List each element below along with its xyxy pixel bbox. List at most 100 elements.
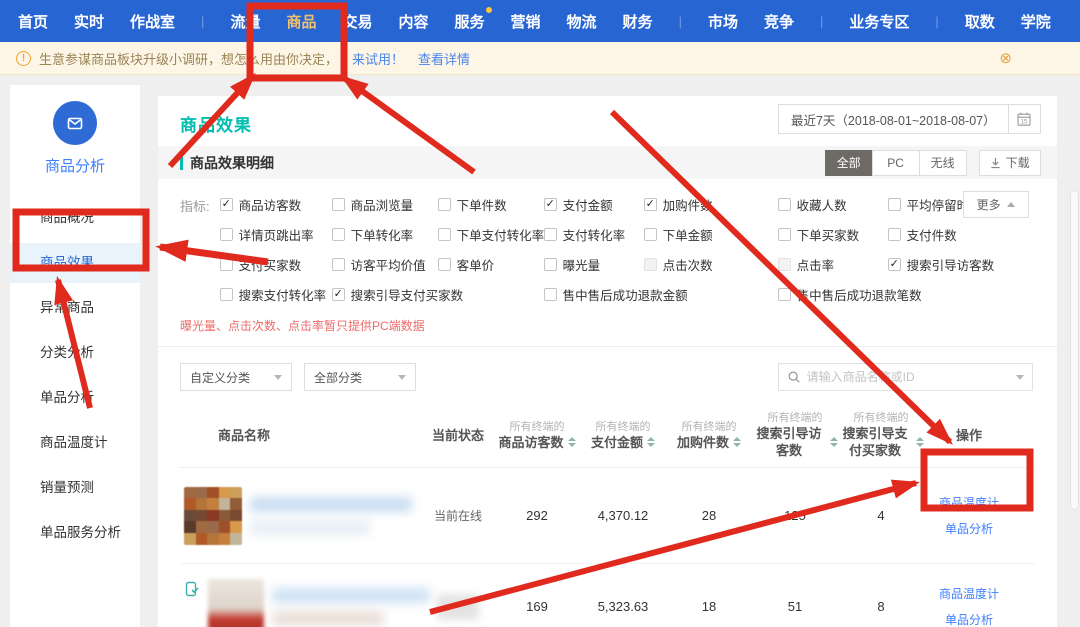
metric-下单转化率[interactable]: 下单转化率 <box>332 225 438 244</box>
sidebar-item-分类分析[interactable]: 分类分析 <box>10 333 140 373</box>
download-button[interactable]: 下载 <box>979 150 1041 176</box>
sidebar-item-商品温度计[interactable]: 商品温度计 <box>10 423 140 463</box>
product-search-box[interactable] <box>778 363 1033 391</box>
sort-icon[interactable] <box>916 437 924 447</box>
metric-下单金额[interactable]: 下单金额 <box>644 225 778 244</box>
sidebar-item-单品服务分析[interactable]: 单品服务分析 <box>10 513 140 553</box>
all-category-dropdown[interactable]: 全部分类 <box>304 363 416 391</box>
calendar-icon[interactable]: 15 <box>1008 105 1040 133</box>
metric-支付金额[interactable]: 支付金额 <box>544 195 644 214</box>
nav-item-作战室[interactable]: 作战室 <box>130 11 175 32</box>
metric-搜索引导支付买家数[interactable]: 搜索引导支付买家数 <box>332 285 544 304</box>
custom-category-dropdown[interactable]: 自定义分类 <box>180 363 292 391</box>
sidebar-item-商品概况[interactable]: 商品概况 <box>10 198 140 238</box>
metric-label: 商品访客数 <box>239 195 302 214</box>
metric-label: 支付金额 <box>563 195 613 214</box>
checkbox[interactable] <box>644 258 657 271</box>
sidebar-item-单品分析[interactable]: 单品分析 <box>10 378 140 418</box>
metric-点击率[interactable]: 点击率 <box>778 255 888 274</box>
terminal-tab-全部[interactable]: 全部 <box>825 150 873 176</box>
nav-item-业务专区[interactable]: 业务专区 <box>849 11 909 32</box>
metric-下单件数[interactable]: 下单件数 <box>438 195 544 214</box>
notice-detail-link[interactable]: 查看详情 <box>418 49 470 68</box>
metric-下单支付转化率[interactable]: 下单支付转化率 <box>438 225 544 244</box>
sidebar-item-异常商品[interactable]: 异常商品 <box>10 288 140 328</box>
metric-商品访客数[interactable]: 商品访客数 <box>220 195 332 214</box>
scrollbar-thumb[interactable] <box>1070 190 1079 510</box>
nav-item-首页[interactable]: 首页 <box>18 11 48 32</box>
nav-item-竞争[interactable]: 竞争 <box>764 11 794 32</box>
checkbox[interactable] <box>888 228 901 241</box>
metric-售中售后成功退款笔数[interactable]: 售中售后成功退款笔数 <box>778 285 1048 304</box>
checkbox[interactable] <box>644 198 657 211</box>
terminal-tab-PC[interactable]: PC <box>872 150 920 176</box>
metric-收藏人数[interactable]: 收藏人数 <box>778 195 888 214</box>
checkbox[interactable] <box>220 228 233 241</box>
checkbox[interactable] <box>332 258 345 271</box>
checkbox[interactable] <box>778 258 791 271</box>
metric-访客平均价值[interactable]: 访客平均价值 <box>332 255 438 274</box>
checkbox[interactable] <box>332 288 345 301</box>
more-metrics-button[interactable]: 更多 <box>963 191 1029 218</box>
sort-icon[interactable] <box>733 437 741 447</box>
metric-下单买家数[interactable]: 下单买家数 <box>778 225 888 244</box>
metric-售中售后成功退款金额[interactable]: 售中售后成功退款金额 <box>544 285 778 304</box>
checkbox[interactable] <box>544 288 557 301</box>
sidebar-item-商品效果[interactable]: 商品效果 <box>10 243 140 283</box>
checkbox[interactable] <box>332 198 345 211</box>
nav-item-交易[interactable]: 交易 <box>342 11 372 32</box>
metric-支付转化率[interactable]: 支付转化率 <box>544 225 644 244</box>
metric-搜索引导访客数[interactable]: 搜索引导访客数 <box>888 255 1048 274</box>
sort-icon[interactable] <box>647 437 655 447</box>
checkbox[interactable] <box>778 228 791 241</box>
metric-详情页跳出率[interactable]: 详情页跳出率 <box>220 225 332 244</box>
single-item-analysis-link[interactable]: 单品分析 <box>924 520 1014 537</box>
checkbox[interactable] <box>332 228 345 241</box>
checkbox[interactable] <box>220 258 233 271</box>
nav-item-内容[interactable]: 内容 <box>398 11 428 32</box>
metric-客单价[interactable]: 客单价 <box>438 255 544 274</box>
sidebar-item-销量预测[interactable]: 销量预测 <box>10 468 140 508</box>
nav-item-取数[interactable]: 取数 <box>965 11 995 32</box>
checkbox[interactable] <box>438 228 451 241</box>
checkbox[interactable] <box>778 288 791 301</box>
nav-item-市场[interactable]: 市场 <box>708 11 738 32</box>
search-input[interactable] <box>807 370 1010 384</box>
date-range-picker[interactable]: 最近7天（2018-08-01~2018-08-07） 15 <box>778 104 1041 134</box>
checkbox[interactable] <box>438 198 451 211</box>
nav-item-服务[interactable]: 服务 <box>455 11 485 32</box>
metric-加购件数[interactable]: 加购件数 <box>644 195 778 214</box>
checkbox[interactable] <box>220 288 233 301</box>
single-item-analysis-link[interactable]: 单品分析 <box>924 611 1014 627</box>
checkbox[interactable] <box>644 228 657 241</box>
checkbox[interactable] <box>544 198 557 211</box>
nav-item-物流[interactable]: 物流 <box>567 11 597 32</box>
metric-商品浏览量[interactable]: 商品浏览量 <box>332 195 438 214</box>
nav-item-流量[interactable]: 流量 <box>230 11 260 32</box>
nav-item-营销[interactable]: 营销 <box>511 11 541 32</box>
checkbox[interactable] <box>888 198 901 211</box>
terminal-tab-无线[interactable]: 无线 <box>919 150 967 176</box>
metric-支付件数[interactable]: 支付件数 <box>888 225 1048 244</box>
notice-trial-link[interactable]: 来试用！ <box>352 49 404 68</box>
metric-支付买家数[interactable]: 支付买家数 <box>220 255 332 274</box>
checkbox[interactable] <box>544 258 557 271</box>
nav-item-学院[interactable]: 学院 <box>1021 11 1051 32</box>
checkbox[interactable] <box>544 228 557 241</box>
checkbox[interactable] <box>220 198 233 211</box>
metric-曝光量[interactable]: 曝光量 <box>544 255 644 274</box>
nav-item-实时[interactable]: 实时 <box>74 11 104 32</box>
blurred-product-name <box>250 497 412 535</box>
nav-item-财务[interactable]: 财务 <box>623 11 653 32</box>
thermometer-link[interactable]: 商品温度计 <box>924 494 1014 511</box>
thermometer-link[interactable]: 商品温度计 <box>924 585 1014 602</box>
metric-搜索支付转化率[interactable]: 搜索支付转化率 <box>220 285 332 304</box>
checkbox[interactable] <box>888 258 901 271</box>
close-icon[interactable]: ⊗ <box>999 49 1012 67</box>
metric-点击次数[interactable]: 点击次数 <box>644 255 778 274</box>
sort-icon[interactable] <box>830 437 838 447</box>
checkbox[interactable] <box>438 258 451 271</box>
nav-item-商品[interactable]: 商品 <box>286 11 316 32</box>
checkbox[interactable] <box>778 198 791 211</box>
sort-icon[interactable] <box>568 437 576 447</box>
